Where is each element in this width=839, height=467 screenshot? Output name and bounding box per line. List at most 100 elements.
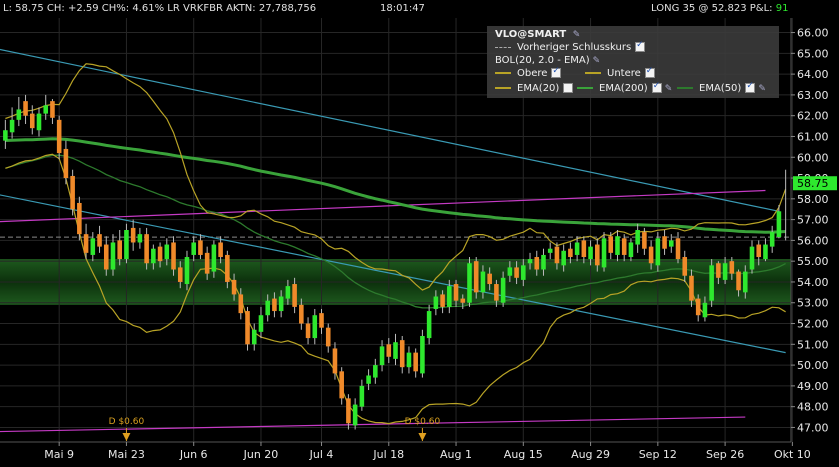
price-tick-label: 47.00 [797, 421, 829, 434]
indicator-legend[interactable]: VLO@SMART ✎ Vorheriger Schlusskurs BOL(2… [487, 26, 779, 98]
candle-body [554, 246, 560, 264]
candle-body [763, 244, 768, 260]
candle-body [541, 254, 546, 270]
price-tick-label: 60.00 [797, 151, 829, 164]
candle-body [453, 284, 459, 301]
candle-body [238, 294, 244, 314]
candle-body [50, 101, 55, 118]
date-tick-label: Jul 4 [309, 448, 334, 461]
candle-body [595, 244, 600, 266]
candle-body [507, 267, 513, 276]
candle-body [527, 259, 533, 264]
ema20-swatch [495, 87, 511, 89]
candle-body [137, 234, 143, 243]
candle-body [36, 113, 42, 131]
price-tick-label: 56.00 [797, 234, 829, 247]
candle-body [426, 311, 432, 339]
candle-body [312, 315, 318, 339]
candle-body [615, 236, 620, 255]
candle-body [285, 286, 291, 299]
legend-ema50[interactable]: EMA(50) ✎ [677, 80, 766, 96]
ema50-checkbox[interactable] [745, 80, 756, 93]
ema20-checkbox[interactable] [563, 83, 574, 93]
candle-body [346, 398, 351, 424]
legend-bollinger[interactable]: BOL(20, 2.0 - EMA) ✎ [495, 54, 600, 67]
candle-body [756, 244, 762, 258]
candle-body [702, 302, 708, 318]
candle-body [473, 261, 479, 293]
candle-body [379, 346, 385, 366]
candle-body [258, 315, 264, 332]
candle-body [568, 248, 573, 258]
wrench-icon[interactable]: ✎ [665, 83, 673, 96]
dividend-arrow-icon [122, 433, 131, 441]
legend-ema200[interactable]: EMA(200) ✎ [577, 80, 673, 96]
candle-body [43, 105, 49, 114]
legend-ema20[interactable]: EMA(20) [495, 82, 574, 95]
candle-body [521, 265, 526, 280]
candle-body [211, 244, 217, 272]
candle-body [77, 202, 82, 235]
candle-body [9, 119, 15, 133]
upper-label: Obere [517, 68, 548, 79]
price-tick-label: 53.00 [797, 297, 829, 310]
candle-body [648, 246, 654, 264]
candle-body [655, 238, 661, 266]
candle-body [628, 242, 634, 258]
date-tick-label: Jun 6 [179, 448, 208, 461]
candle-body [534, 257, 540, 270]
candle-body [581, 240, 587, 258]
candle-body [729, 261, 735, 274]
candle-body [359, 385, 365, 407]
candle-body [742, 271, 748, 293]
candle-body [251, 329, 257, 345]
legend-symbol: VLO@SMART ✎ [495, 28, 580, 41]
dividend-label: D $0.60 [109, 417, 145, 427]
lower-label: Untere [607, 68, 641, 79]
candle-body [447, 286, 452, 307]
legend-prev-close[interactable]: Vorheriger Schlusskurs [495, 39, 646, 54]
candle-body [299, 304, 304, 324]
ema200-checkbox[interactable] [651, 80, 662, 93]
candle-body [500, 277, 506, 303]
date-tick-label: Okt 10 [774, 448, 811, 461]
prev-close-label: Vorheriger Schlusskurs [517, 42, 632, 53]
candle-body [198, 240, 203, 255]
candle-body [97, 234, 102, 247]
candle-body [561, 250, 566, 266]
candle-body [716, 263, 721, 278]
candle-body [171, 242, 176, 270]
wrench-icon[interactable]: ✎ [758, 83, 766, 96]
ema200-swatch [577, 87, 593, 89]
candle-body [352, 404, 358, 426]
candle-body [144, 234, 149, 264]
date-tick-label: Aug 15 [504, 448, 543, 461]
legend-bol-upper[interactable]: Obere [495, 65, 562, 80]
candle-body [373, 365, 378, 378]
legend-bol-lower[interactable]: Untere [585, 65, 655, 80]
date-tick-label: Jun 20 [243, 448, 279, 461]
candle-body [574, 242, 580, 255]
ema200-line [5, 137, 786, 234]
price-tick-label: 58.00 [797, 193, 829, 206]
price-tick-label: 51.00 [797, 338, 829, 351]
lower-checkbox[interactable] [644, 65, 655, 78]
candle-body [117, 240, 123, 260]
candle-body [460, 298, 466, 303]
candle-body [3, 130, 8, 141]
price-tick-label: 49.00 [797, 380, 829, 393]
candle-body [621, 238, 627, 255]
candle-body [366, 375, 371, 384]
price-tick-label: 55.00 [797, 255, 829, 268]
price-tick-label: 50.00 [797, 359, 829, 372]
upper-checkbox[interactable] [551, 65, 562, 78]
price-tick-label: 66.00 [797, 27, 829, 40]
date-tick-label: Aug 29 [571, 448, 610, 461]
candle-body [339, 371, 344, 399]
prev-close-checkbox[interactable] [635, 39, 646, 52]
candle-body [124, 230, 129, 260]
bollinger-label: BOL(20, 2.0 - EMA) [495, 55, 590, 66]
candle-body [393, 342, 398, 359]
candle-body [177, 267, 183, 282]
candle-body [494, 284, 499, 301]
